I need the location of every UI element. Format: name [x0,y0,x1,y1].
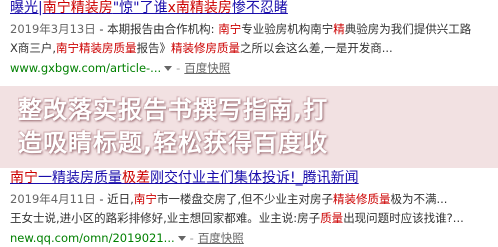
result-url-line: www.gxbgw.com/article-... - 百度快照 [10,61,494,76]
banner-line-2: 造吸睛标题,轻松获得百度收 [18,129,329,157]
separator: - [189,231,194,245]
result-abstract: 2019年4月11日 - 近日,南宁市一楼盘交房了,但不少业主对房子精装修质量极… [10,192,464,225]
banner-headline: 整改落实报告书撰写指南,打 造吸睛标题,轻松获得百度收 [18,94,490,160]
result-url: new.qq.com/omn/2019021... [10,231,175,245]
banner-line-1: 整改落实报告书撰写指南,打 [18,96,329,124]
chevron-down-icon[interactable] [177,236,186,241]
result-title-link[interactable]: 曝光|南宁精装房"惊"了谁x南精装房惨不忍睹 [10,0,494,17]
result-url: www.gxbgw.com/article-... [10,61,162,75]
overlay-banner: 整改落实报告书撰写指南,打 造吸睛标题,轻松获得百度收 [0,86,498,168]
chevron-down-icon[interactable] [164,66,173,71]
separator: - [176,61,181,75]
baidu-snapshot-link[interactable]: 百度快照 [198,231,244,246]
baidu-snapshot-link[interactable]: 百度快照 [184,61,230,76]
search-result-2: 南宁一精装房质量极差刚交付业主们集体投诉!_腾讯新闻 2019年4月11日 - … [10,170,494,246]
search-result-1: 曝光|南宁精装房"惊"了谁x南精装房惨不忍睹 2019年3月13日 - 本期报告… [10,0,494,76]
result-abstract: 2019年3月13日 - 本期报告由合作机构: 南宁专业验房机构南宁精典验房为我… [10,22,472,55]
result-url-line: new.qq.com/omn/2019021... - 百度快照 [10,231,494,246]
result-title-link[interactable]: 南宁一精装房质量极差刚交付业主们集体投诉!_腾讯新闻 [10,170,494,187]
